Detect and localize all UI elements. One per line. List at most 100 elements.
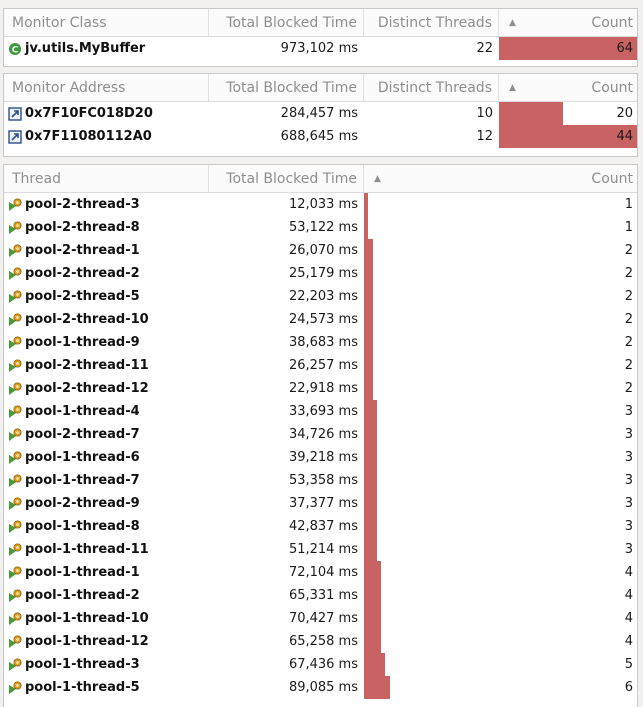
table-row[interactable]: 0x7F11080112A0 688,645 ms 12 44 xyxy=(4,125,637,148)
class-icon: C xyxy=(8,42,22,56)
table-row[interactable]: pool-1-thread-9 38,683 ms 2 xyxy=(4,331,637,354)
table-row[interactable]: pool-2-thread-11 26,257 ms 2 xyxy=(4,354,637,377)
col-count[interactable]: ▲ Count xyxy=(499,74,637,101)
table-row[interactable]: pool-2-thread-3 12,033 ms 1 xyxy=(4,193,637,216)
thread-name: pool-2-thread-12 xyxy=(25,381,149,396)
thread-name-cell: pool-2-thread-1 xyxy=(4,239,209,262)
col-monitor-address[interactable]: Monitor Address xyxy=(4,74,209,101)
thread-name: pool-1-thread-9 xyxy=(25,335,140,350)
thread-name-cell: pool-1-thread-3 xyxy=(4,653,209,676)
table-row[interactable]: pool-1-thread-11 51,214 ms 3 xyxy=(4,538,637,561)
count-value: 20 xyxy=(616,106,633,121)
count-cell: 20 xyxy=(499,102,637,125)
table-row[interactable]: 0x7F10FC018D20 284,457 ms 10 20 xyxy=(4,102,637,125)
table-row[interactable]: pool-1-thread-1 72,104 ms 4 xyxy=(4,561,637,584)
table-row[interactable]: pool-2-thread-7 34,726 ms 3 xyxy=(4,423,637,446)
thread-name-cell: pool-1-thread-5 xyxy=(4,676,209,699)
count-cell: 2 xyxy=(364,377,637,400)
table-row[interactable]: pool-1-thread-10 70,427 ms 4 xyxy=(4,607,637,630)
thread-name: pool-1-thread-8 xyxy=(25,519,140,534)
thread-icon xyxy=(8,566,22,580)
count-bar xyxy=(364,515,377,538)
thread-name-cell: pool-2-thread-12 xyxy=(4,377,209,400)
sort-ascending-icon: ▲ xyxy=(509,17,516,28)
count-bar xyxy=(364,492,377,515)
count-cell: 3 xyxy=(364,400,637,423)
thread-icon xyxy=(8,267,22,281)
thread-name: pool-2-thread-1 xyxy=(25,243,140,258)
thread-name: pool-2-thread-7 xyxy=(25,427,140,442)
thread-table: Thread Total Blocked Time ▲ Count pool-2… xyxy=(3,164,638,707)
distinct-threads-value: 12 xyxy=(476,129,493,144)
total-blocked-time-value: 33,693 ms xyxy=(288,404,358,419)
table-row[interactable]: pool-2-thread-1 26,070 ms 2 xyxy=(4,239,637,262)
table-row[interactable]: pool-1-thread-5 89,085 ms 6 xyxy=(4,676,637,699)
thread-icon xyxy=(8,428,22,442)
table-row[interactable]: pool-1-thread-2 65,331 ms 4 xyxy=(4,584,637,607)
thread-name-cell: pool-1-thread-8 xyxy=(4,515,209,538)
thread-icon xyxy=(8,313,22,327)
table-row[interactable]: pool-1-thread-4 33,693 ms 3 xyxy=(4,400,637,423)
count-value: 3 xyxy=(624,404,633,419)
sort-ascending-icon: ▲ xyxy=(509,82,516,93)
thread-icon xyxy=(8,382,22,396)
thread-icon xyxy=(8,497,22,511)
count-value: 3 xyxy=(624,496,633,511)
col-distinct-threads[interactable]: Distinct Threads xyxy=(364,74,499,101)
thread-name-cell: pool-1-thread-11 xyxy=(4,538,209,561)
table-row[interactable]: pool-1-thread-6 39,218 ms 3 xyxy=(4,446,637,469)
count-cell: 6 xyxy=(364,676,637,699)
count-value: 1 xyxy=(624,220,633,235)
table-row[interactable]: pool-1-thread-8 42,837 ms 3 xyxy=(4,515,637,538)
count-bar xyxy=(364,423,377,446)
col-distinct-threads[interactable]: Distinct Threads xyxy=(364,9,499,36)
count-value: 2 xyxy=(624,312,633,327)
thread-icon xyxy=(8,336,22,350)
table-row[interactable]: pool-1-thread-7 53,358 ms 3 xyxy=(4,469,637,492)
total-blocked-time-value: 38,683 ms xyxy=(288,335,358,350)
monitor-address-name-cell: 0x7F10FC018D20 xyxy=(4,102,209,125)
count-cell: 3 xyxy=(364,469,637,492)
col-monitor-class[interactable]: Monitor Class xyxy=(4,9,209,36)
count-cell: 3 xyxy=(364,423,637,446)
monitor-address-name: 0x7F11080112A0 xyxy=(25,129,152,144)
table-row[interactable]: pool-1-thread-12 65,258 ms 4 xyxy=(4,630,637,653)
col-count[interactable]: ▲ Count xyxy=(364,165,637,192)
count-bar xyxy=(364,285,373,308)
col-count[interactable]: ▲ Count xyxy=(499,9,637,36)
count-value: 4 xyxy=(624,588,633,603)
table-row[interactable]: pool-1-thread-3 67,436 ms 5 xyxy=(4,653,637,676)
monitor-address-name-cell: 0x7F11080112A0 xyxy=(4,125,209,148)
thread-name: pool-1-thread-7 xyxy=(25,473,140,488)
sort-ascending-icon: ▲ xyxy=(374,173,381,184)
thread-name-cell: pool-1-thread-2 xyxy=(4,584,209,607)
count-cell: 3 xyxy=(364,538,637,561)
count-cell: 4 xyxy=(364,561,637,584)
count-cell: 2 xyxy=(364,285,637,308)
table-row[interactable]: pool-2-thread-2 25,179 ms 2 xyxy=(4,262,637,285)
thread-name-cell: pool-1-thread-7 xyxy=(4,469,209,492)
thread-name: pool-1-thread-5 xyxy=(25,680,140,695)
table-row[interactable]: Cjv.utils.MyBuffer 973,102 ms 22 64 xyxy=(4,37,637,60)
table-row[interactable]: pool-2-thread-9 37,377 ms 3 xyxy=(4,492,637,515)
monitor-address-name: 0x7F10FC018D20 xyxy=(25,106,153,121)
thread-icon xyxy=(8,612,22,626)
thread-name: pool-1-thread-10 xyxy=(25,611,149,626)
thread-name-cell: pool-1-thread-10 xyxy=(4,607,209,630)
total-blocked-time-value: 37,377 ms xyxy=(288,496,358,511)
col-total-blocked-time[interactable]: Total Blocked Time xyxy=(209,165,364,192)
count-cell: 64 xyxy=(499,37,637,60)
col-total-blocked-time[interactable]: Total Blocked Time xyxy=(209,74,364,101)
monitor-class-header: Monitor Class Total Blocked Time Distinc… xyxy=(4,9,637,37)
count-bar xyxy=(364,331,373,354)
table-row[interactable]: pool-2-thread-12 22,918 ms 2 xyxy=(4,377,637,400)
count-cell: 2 xyxy=(364,308,637,331)
table-row[interactable]: pool-2-thread-10 24,573 ms 2 xyxy=(4,308,637,331)
count-value: 2 xyxy=(624,266,633,281)
thread-name-cell: pool-2-thread-9 xyxy=(4,492,209,515)
table-row[interactable]: pool-2-thread-8 53,122 ms 1 xyxy=(4,216,637,239)
col-total-blocked-time[interactable]: Total Blocked Time xyxy=(209,9,364,36)
col-thread[interactable]: Thread xyxy=(4,165,209,192)
thread-icon xyxy=(8,681,22,695)
table-row[interactable]: pool-2-thread-5 22,203 ms 2 xyxy=(4,285,637,308)
